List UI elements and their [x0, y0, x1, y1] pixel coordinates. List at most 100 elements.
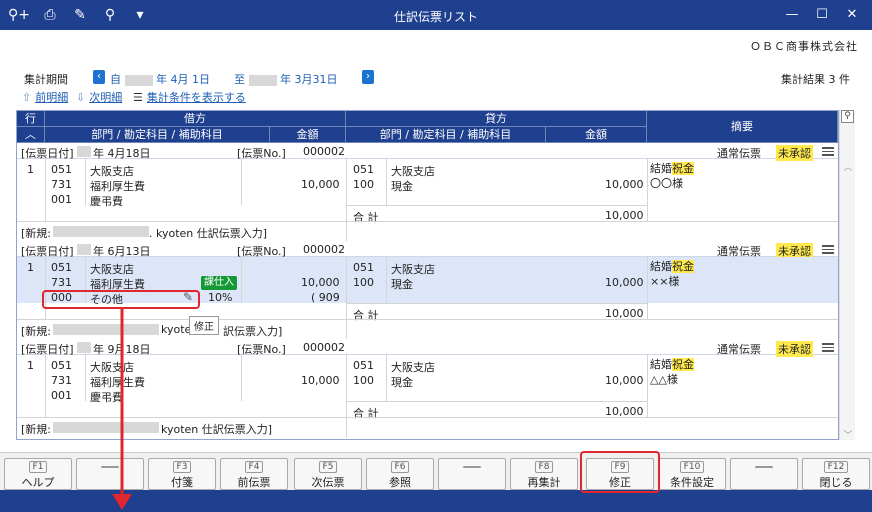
slip-no-label: [伝票No.]	[237, 343, 286, 356]
slip-header: [伝票日付] 年 9月18日 [伝票No.] 000002 通常伝票 未承認	[17, 339, 838, 357]
summary-line-1: 結婚祝金	[650, 260, 694, 273]
redacted-user	[53, 226, 149, 237]
period-prev-icon[interactable]: ‹	[93, 70, 105, 84]
annotation-highlight-f9	[580, 451, 660, 493]
credit-account-code: 100	[353, 276, 374, 289]
minimize-button[interactable]: —	[778, 5, 806, 25]
window-title: 仕訳伝票リスト	[393, 10, 478, 24]
scroll-down-icon[interactable]: ﹀	[840, 428, 856, 441]
period-to-prefix: 至	[234, 73, 245, 86]
debit-dept-code: 051	[51, 163, 72, 176]
created-by-label: [新規:	[21, 227, 51, 240]
collapse-icon[interactable]: ︿	[17, 127, 45, 143]
f7-blank-button[interactable]	[438, 458, 506, 490]
period-from[interactable]: 自 年 4月 1日	[110, 71, 210, 87]
company-name: ＯＢＣ商事株式会社	[750, 40, 858, 53]
f10-conditions-button[interactable]: F10 条件設定	[658, 458, 726, 490]
redacted-year	[77, 342, 91, 353]
title-bar: ⚲+ ⎙ ✎ ⚲ ▾ 仕訳伝票リスト — ☐ ✕	[0, 0, 872, 30]
summary-line-2: △△様	[650, 373, 678, 386]
created-by: kyoten 仕訳伝票入力]	[161, 423, 273, 436]
debit-sub-code: 001	[51, 389, 72, 402]
redacted-year	[248, 74, 277, 86]
created-by-tail: 訳伝票入力]	[223, 325, 283, 338]
debit-account-code: 731	[51, 178, 72, 191]
annotation-arrow	[112, 308, 132, 510]
debit-dept-name: 大阪支店	[90, 165, 134, 178]
credit-account-code: 100	[353, 178, 374, 191]
total-label: 合 計	[353, 211, 379, 224]
f3-sticky-button[interactable]: F3 付箋	[148, 458, 216, 490]
col-summary-header: 摘要	[647, 111, 838, 143]
menu-icon[interactable]	[822, 147, 834, 156]
close-button[interactable]: ✕	[838, 5, 866, 25]
period-to-date: 年 3月31日	[280, 73, 338, 86]
credit-dept-name: 大阪支店	[391, 165, 435, 178]
slip-type: 通常伝票	[717, 343, 761, 356]
credit-account-name: 現金	[391, 180, 413, 193]
debit-sub-name: 慶弔費	[90, 195, 123, 208]
credit-dept-code: 051	[353, 261, 374, 274]
created-by-label: [新規:	[21, 423, 51, 436]
credit-account-name: 現金	[391, 278, 413, 291]
credit-dept-name: 大阪支店	[391, 361, 435, 374]
up-arrow-icon: ⇧	[22, 91, 32, 104]
credit-amount: 10,000	[605, 276, 644, 289]
status-badge: 未承認	[776, 341, 813, 357]
maximize-button[interactable]: ☐	[808, 5, 836, 25]
date-label: [伝票日付]	[21, 147, 74, 160]
debit-account-code: 731	[51, 374, 72, 387]
show-conditions-link[interactable]: ☰ 集計条件を表示する	[133, 89, 246, 105]
slip-3[interactable]: [伝票日付] 年 9月18日 [伝票No.] 000002 通常伝票 未承認 1…	[17, 339, 838, 439]
credit-dept-name: 大阪支店	[391, 263, 435, 276]
result-count: 集計結果 3 件	[781, 73, 850, 86]
journal-grid: 行 ︿ 借方 部門 / 勘定科目 / 補助科目 金額 貸方 部門 / 勘定科目 …	[16, 110, 839, 440]
f5-next-slip-button[interactable]: F5 次伝票	[294, 458, 362, 490]
summary-line-1: 結婚祝金	[650, 162, 694, 175]
tax-rate: 10%	[208, 291, 233, 304]
col-credit-header: 貸方	[346, 111, 647, 127]
vertical-scrollbar[interactable]: ︿ ﹀	[839, 110, 856, 441]
col-credit-account: 部門 / 勘定科目 / 補助科目	[346, 127, 546, 143]
tax-amount: ( 909	[311, 291, 340, 304]
summary-line-2: ××様	[650, 275, 680, 288]
credit-account-name: 現金	[391, 376, 413, 389]
total-label: 合 計	[353, 407, 379, 420]
credit-dept-code: 051	[353, 163, 374, 176]
debit-dept-code: 051	[51, 359, 72, 372]
next-detail-link[interactable]: ⇩ 次明細	[76, 89, 122, 105]
menu-icon[interactable]	[822, 343, 834, 352]
created-by-label: [新規:	[21, 325, 51, 338]
row-number: 1	[27, 261, 34, 274]
f4-prev-slip-button[interactable]: F4 前伝票	[220, 458, 288, 490]
summary-line-2: 〇〇様	[650, 177, 683, 190]
slip-1[interactable]: [伝票日付] 年 4月18日 [伝票No.] 000002 通常伝票 未承認 1…	[17, 143, 838, 241]
col-row-header: 行	[17, 111, 45, 127]
date-label: [伝票日付]	[21, 343, 74, 356]
period-next-icon[interactable]: ›	[362, 70, 374, 84]
menu-icon[interactable]	[822, 245, 834, 254]
f12-close-button[interactable]: F12 閉じる	[802, 458, 870, 490]
f1-help-button[interactable]: F1 ヘルプ	[4, 458, 72, 490]
debit-amount: 10,000	[301, 178, 340, 191]
slip-date: 年 4月18日	[93, 147, 151, 160]
col-debit-header: 借方	[45, 111, 346, 127]
f11-blank-button[interactable]	[730, 458, 798, 490]
credit-dept-code: 051	[353, 359, 374, 372]
slip-type: 通常伝票	[717, 147, 761, 160]
scroll-up-icon[interactable]: ︿	[840, 160, 856, 173]
prev-detail-link[interactable]: ⇧ 前明細	[22, 89, 68, 105]
total-label: 合 計	[353, 309, 379, 322]
slip-header: [伝票日付] 年 4月18日 [伝票No.] 000002 通常伝票 未承認	[17, 143, 838, 161]
period-to[interactable]: 至 年 3月31日	[234, 71, 338, 87]
debit-amount: 10,000	[301, 276, 340, 289]
row-number: 1	[27, 359, 34, 372]
status-badge: 未承認	[776, 145, 813, 161]
f6-reference-button[interactable]: F6 参照	[366, 458, 434, 490]
slip-no: 000002	[303, 145, 345, 158]
f8-recalc-button[interactable]: F8 再集計	[510, 458, 578, 490]
redacted-year	[77, 244, 91, 255]
created-by: . kyoten 仕訳伝票入力]	[149, 227, 268, 240]
tax-type-badge: 課仕入	[201, 276, 237, 290]
zoom-icon[interactable]: ⚲	[841, 110, 854, 123]
